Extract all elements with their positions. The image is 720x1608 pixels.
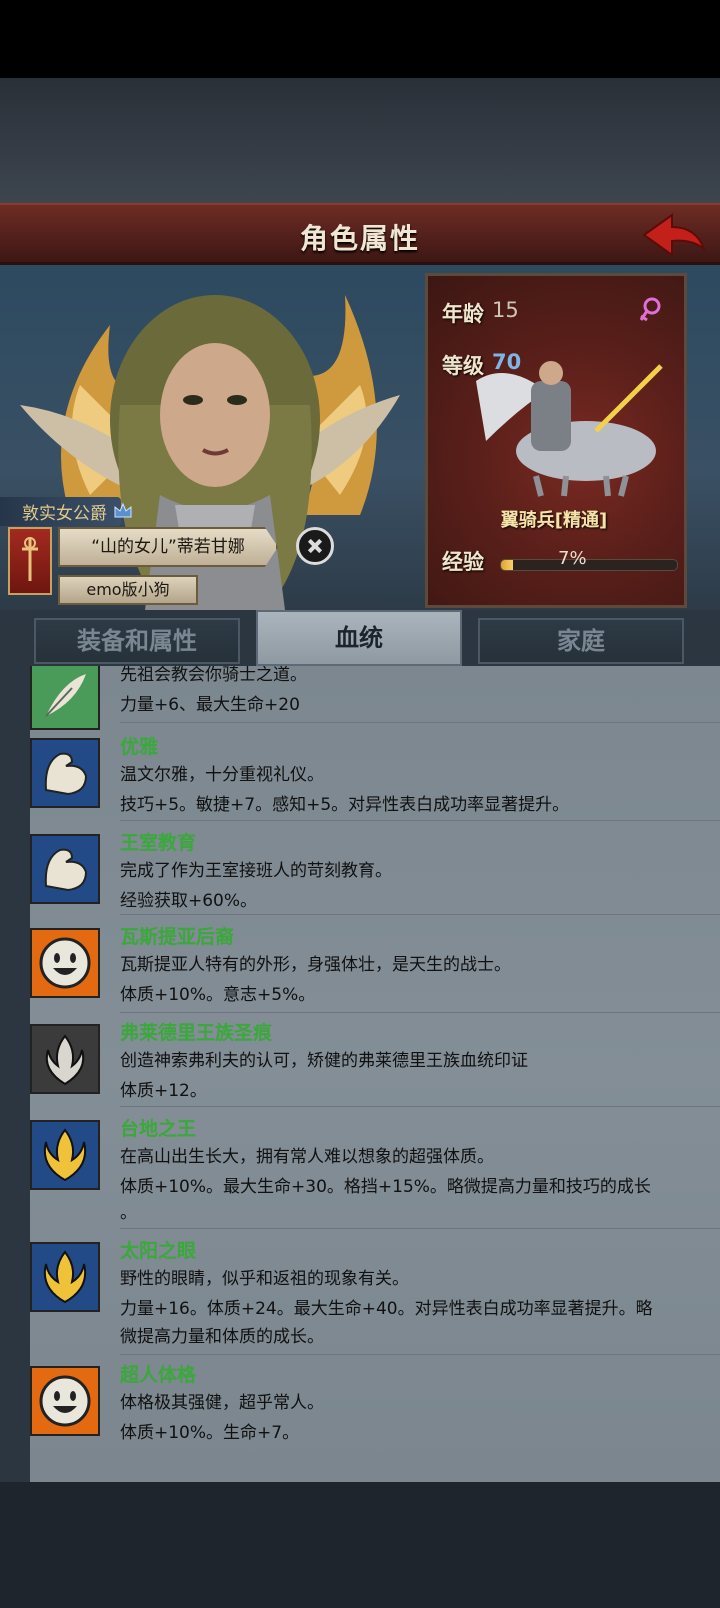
trait-effect: 力量+6、最大生命+20 xyxy=(120,695,300,715)
divider xyxy=(120,820,720,821)
background-bottom xyxy=(0,1482,720,1608)
divider xyxy=(120,1354,720,1355)
rank-title: 敦实女公爵 xyxy=(0,497,121,526)
tab-family[interactable]: 家庭 xyxy=(478,618,684,664)
flame-crest-icon xyxy=(30,1242,100,1312)
trait-effect: 体质+10%。生命+7。 xyxy=(120,1423,300,1443)
trait-effect: 技巧+5。敏捷+7。感知+5。对异性表白成功率显著提升。 xyxy=(120,795,570,815)
divider xyxy=(120,914,720,915)
divider xyxy=(120,1106,720,1107)
age-label: 年龄 xyxy=(442,302,484,326)
trait-desc: 在高山出生长大，拥有常人难以想象的超强体质。 xyxy=(120,1147,494,1167)
trait-name: 超人体格 xyxy=(120,1364,197,1386)
tab-bloodline[interactable]: 血统 xyxy=(256,610,462,666)
hero-name: “山的女儿”蒂若甘娜 xyxy=(58,527,278,567)
background-upper xyxy=(0,78,720,203)
trait-name: 优雅 xyxy=(120,736,159,758)
unit-name: 翼骑兵[精通] xyxy=(500,510,608,531)
exp-progress-bar xyxy=(500,559,678,571)
trait-name: 王室教育 xyxy=(120,832,197,854)
trait-effect: 力量+16。体质+24。最大生命+40。对异性表白成功率显著提升。略 xyxy=(120,1299,653,1319)
unit-panel: 年龄 15 等级 70 翼骑兵[精通] 经验 7% xyxy=(425,273,687,608)
arm-icon xyxy=(30,738,100,808)
crown-icon xyxy=(114,502,132,518)
trait-desc: 先祖会教会你骑士之道。 xyxy=(120,666,307,685)
owner-name: emo版小狗 xyxy=(58,575,198,605)
exp-progress-fill xyxy=(501,560,514,570)
flame-crest-icon xyxy=(30,1120,100,1190)
trait-effect: 体质+12。 xyxy=(120,1081,207,1101)
trait-desc: 创造神索弗利夫的认可，矫健的弗莱德里王族血统印证 xyxy=(120,1051,528,1071)
trait-effect-continued: 。 xyxy=(120,1203,137,1223)
trait-desc: 温文尔雅，十分重视礼仪。 xyxy=(120,765,324,785)
family-banner-icon[interactable] xyxy=(8,527,52,595)
trait-name: 弗莱德里王族圣痕 xyxy=(120,1022,273,1044)
crest-icon xyxy=(30,1024,100,1094)
trait-name: 瓦斯提亚后裔 xyxy=(120,926,235,948)
trait-desc: 野性的眼睛，似乎和返祖的现象有关。 xyxy=(120,1269,409,1289)
trait-name: 台地之王 xyxy=(120,1118,197,1140)
back-arrow-icon[interactable] xyxy=(638,209,710,263)
divider xyxy=(120,722,720,723)
trait-desc: 体格极其强健，超乎常人。 xyxy=(120,1393,324,1413)
trait-desc: 瓦斯提亚人特有的外形，身强体壮，是天生的战士。 xyxy=(120,955,511,975)
tab-equipment[interactable]: 装备和属性 xyxy=(34,618,240,664)
feather-icon xyxy=(30,666,100,730)
trait-effect: 经验获取+60%。 xyxy=(120,891,258,911)
trait-list[interactable]: 先祖会教会你骑士之道。 力量+6、最大生命+20 优雅 温文尔雅，十分重视礼仪。… xyxy=(30,666,720,1482)
trait-name: 太阳之眼 xyxy=(120,1240,197,1262)
list-left-margin xyxy=(0,666,30,1482)
tab-bar: 装备和属性 血统 家庭 xyxy=(0,610,720,666)
smile-icon xyxy=(30,1366,100,1436)
header-bar: 角色属性 xyxy=(0,203,720,265)
trait-effect: 体质+10%。意志+5%。 xyxy=(120,985,316,1005)
trait-desc: 完成了作为王室接班人的苛刻教育。 xyxy=(120,861,392,881)
smile-icon xyxy=(30,928,100,998)
exp-percent: 7% xyxy=(558,548,587,569)
hero-area: 敦实女公爵 “山的女儿”蒂若甘娜 emo版小狗 年龄 15 等级 70 翼骑兵[… xyxy=(0,265,720,610)
age-value: 15 xyxy=(492,298,519,322)
page-title: 角色属性 xyxy=(299,222,420,255)
female-icon xyxy=(639,297,661,322)
close-icon[interactable] xyxy=(296,527,334,565)
status-bar xyxy=(0,0,720,78)
divider xyxy=(120,1228,720,1229)
exp-label: 经验 xyxy=(442,550,484,574)
arm-icon xyxy=(30,834,100,904)
divider xyxy=(120,1012,720,1013)
winged-knight-unit-image xyxy=(476,361,663,497)
trait-effect-continued: 微提高力量和体质的成长。 xyxy=(120,1327,324,1347)
